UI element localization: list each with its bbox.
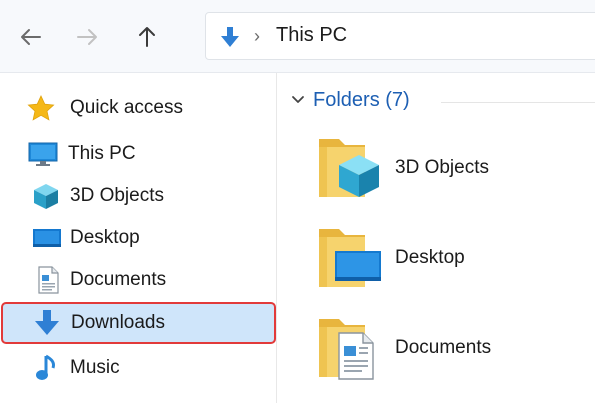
folder-label: Documents xyxy=(395,337,492,358)
folder-desktop-icon xyxy=(319,229,381,287)
folder-3d-objects-icon xyxy=(319,139,379,197)
folder-item-3d-objects[interactable]: 3D Objects xyxy=(317,133,587,213)
content-pane: Folders (7) 3D Objects Desktop Documents xyxy=(277,73,595,403)
desktop-icon xyxy=(33,229,61,247)
sidebar-item-quick-access[interactable]: Quick access xyxy=(0,87,275,129)
navigation-pane: Quick access This PC 3D Objects Desktop … xyxy=(0,73,277,403)
chevron-down-icon xyxy=(292,96,304,103)
arrow-left-icon xyxy=(21,29,41,45)
sidebar-item-label: Downloads xyxy=(71,312,165,333)
breadcrumb-separator: › xyxy=(254,26,260,46)
document-icon xyxy=(38,266,59,294)
sidebar-item-label: Music xyxy=(70,357,120,378)
sidebar-item-label: This PC xyxy=(68,143,136,164)
music-note-icon xyxy=(36,354,55,380)
section-title: Folders (7) xyxy=(313,89,410,111)
folder-item-desktop[interactable]: Desktop xyxy=(317,223,587,303)
star-icon xyxy=(27,95,55,121)
arrow-up-icon xyxy=(139,27,155,47)
folder-item-documents[interactable]: Documents xyxy=(317,313,587,393)
sidebar-item-music[interactable]: Music xyxy=(0,347,275,389)
sidebar-item-label: Desktop xyxy=(70,227,140,248)
download-arrow-icon xyxy=(35,310,59,335)
address-bar[interactable]: › This PC xyxy=(205,12,595,60)
sidebar-item-label: 3D Objects xyxy=(70,185,164,206)
sidebar-item-this-pc[interactable]: This PC xyxy=(0,133,275,175)
folders-section-header[interactable]: Folders (7) xyxy=(291,89,595,117)
folder-label: 3D Objects xyxy=(395,157,489,178)
sidebar-item-documents[interactable]: Documents xyxy=(0,259,275,301)
navigation-toolbar: › This PC xyxy=(0,0,595,73)
up-button[interactable] xyxy=(132,22,162,52)
sidebar-item-label: Quick access xyxy=(70,97,183,118)
sidebar-item-desktop[interactable]: Desktop xyxy=(0,217,275,259)
breadcrumb-location[interactable]: This PC xyxy=(276,24,347,47)
sidebar-item-3d-objects[interactable]: 3D Objects xyxy=(0,175,275,217)
monitor-icon xyxy=(28,142,58,166)
folder-label: Desktop xyxy=(395,247,465,268)
arrow-right-icon xyxy=(77,29,97,45)
sidebar-item-label: Documents xyxy=(70,269,167,290)
back-button[interactable] xyxy=(16,22,46,52)
sidebar-item-downloads[interactable]: Downloads xyxy=(1,302,276,344)
section-divider xyxy=(441,102,595,103)
downloads-arrow-icon xyxy=(221,27,239,47)
cube-icon xyxy=(34,184,58,209)
forward-button[interactable] xyxy=(72,22,102,52)
file-explorer-window: › This PC Quick access This PC 3D Object… xyxy=(0,0,595,403)
folder-documents-icon xyxy=(319,319,374,380)
